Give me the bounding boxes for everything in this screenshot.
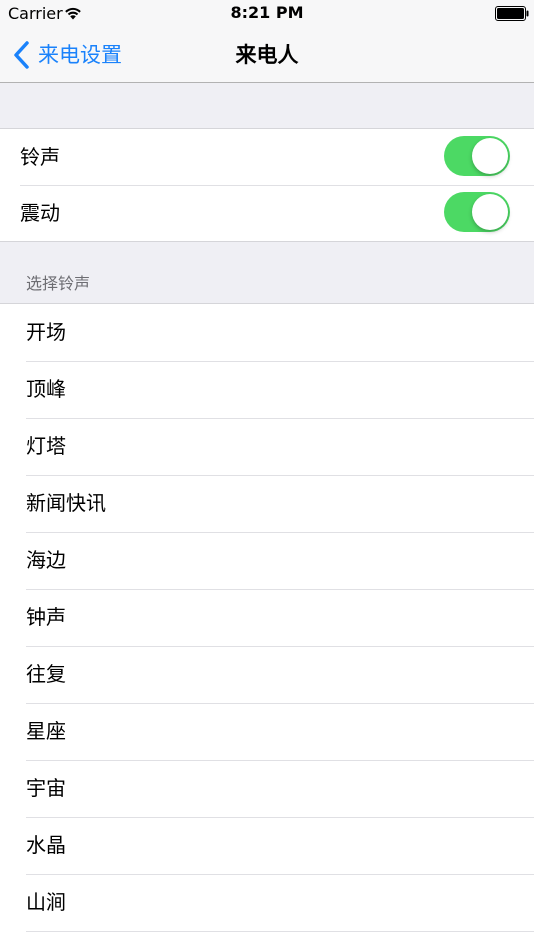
- page-title: 来电人: [235, 43, 299, 67]
- ringtone-name: 新闻快讯: [26, 491, 106, 515]
- switch-knob: [472, 138, 508, 174]
- ringtone-list-item[interactable]: 顶峰: [0, 361, 534, 418]
- ringtone-name: 钟声: [26, 605, 66, 629]
- ringtone-list-item[interactable]: 水晶: [0, 817, 534, 874]
- ringtone-name: 星座: [26, 719, 66, 743]
- vibration-switch[interactable]: [444, 192, 510, 232]
- ringtone-list-item[interactable]: 往复: [0, 646, 534, 703]
- ringtone-list-item[interactable]: 海边: [0, 532, 534, 589]
- ringtone-list-item[interactable]: 照明: [0, 931, 534, 950]
- ringtone-toggle-row: 铃声: [0, 129, 534, 185]
- vibration-toggle-label: 震动: [20, 201, 60, 225]
- ringtone-name: 照明: [26, 931, 66, 950]
- switch-knob: [472, 194, 508, 230]
- ringtone-list-item[interactable]: 开场: [0, 304, 534, 361]
- ringtone-name: 海边: [26, 548, 66, 572]
- status-bar: Carrier 8:21 PM: [0, 0, 534, 28]
- ringtone-list: 开场 顶峰 灯塔 新闻快讯 海边 钟声 往复 星座 宇宙 水晶 山涧: [0, 303, 534, 950]
- ringtone-name: 山涧: [26, 890, 66, 914]
- ringtone-list-item[interactable]: 钟声: [0, 589, 534, 646]
- ringtone-section-header: 选择铃声: [26, 274, 91, 293]
- ringtone-list-item[interactable]: 星座: [0, 703, 534, 760]
- status-time: 8:21 PM: [230, 3, 304, 22]
- toggle-group: 铃声 震动: [0, 128, 534, 242]
- navigation-bar: 来电设置 来电人: [0, 28, 534, 83]
- ringtone-name: 顶峰: [26, 377, 66, 401]
- ringtone-name: 往复: [26, 662, 66, 686]
- ringtone-switch[interactable]: [444, 136, 510, 176]
- battery-icon: [495, 6, 529, 21]
- ringtone-list-item[interactable]: 山涧: [0, 874, 534, 931]
- ringtone-name: 灯塔: [26, 434, 66, 458]
- vibration-toggle-row: 震动: [0, 185, 534, 241]
- ringtone-name: 水晶: [26, 833, 66, 857]
- ringtone-list-item[interactable]: 灯塔: [0, 418, 534, 475]
- ringtone-list-item[interactable]: 新闻快讯: [0, 475, 534, 532]
- ringtone-name: 宇宙: [26, 776, 66, 800]
- call-settings-screen: Carrier 8:21 PM 来电设置 来电人 铃声 震动 选择铃声 开场 顶…: [0, 0, 534, 950]
- ringtone-toggle-label: 铃声: [20, 145, 60, 169]
- ringtone-name: 开场: [26, 320, 66, 344]
- ringtone-list-item[interactable]: 宇宙: [0, 760, 534, 817]
